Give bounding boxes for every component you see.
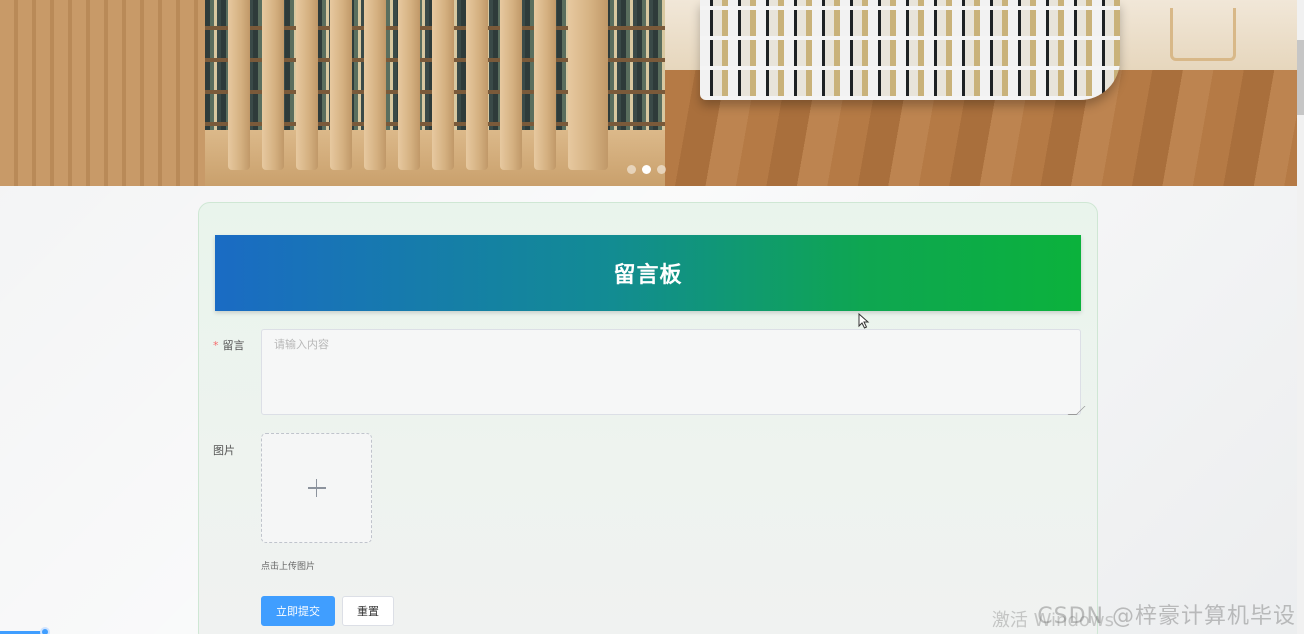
banner-carousel[interactable] [0,0,1297,186]
carousel-indicators [627,165,666,174]
banner-pillar [568,0,608,170]
message-board-panel: 留言板 *留言 图片 点击上传图片 立即提交 重置 [198,202,1098,634]
banner-pillar [398,0,420,170]
message-label-text: 留言 [222,339,245,352]
mouse-pointer-icon [858,313,870,329]
banner-pillar [466,0,488,170]
image-uploader[interactable] [261,433,372,543]
carousel-dot-1[interactable] [627,165,636,174]
banner-pillar [500,0,522,170]
banner-pillar [364,0,386,170]
required-mark: * [213,339,219,352]
carousel-dot-3[interactable] [657,165,666,174]
scrollbar-thumb[interactable] [1297,40,1304,115]
page-scrollbar[interactable] [1297,0,1304,634]
banner-pillar [432,0,454,170]
carousel-dot-2[interactable] [642,165,651,174]
csdn-watermark: CSDN @梓豪计算机毕设 [1037,604,1296,629]
banner-chair [1170,8,1236,61]
page: 留言板 *留言 图片 点击上传图片 立即提交 重置 激活 Windows CSD… [0,0,1304,634]
message-board-header: 留言板 [215,235,1081,311]
image-label: 图片 [213,444,235,457]
banner-pillar [228,0,250,170]
banner-pillar [262,0,284,170]
reset-button[interactable]: 重置 [342,596,394,626]
upload-tip: 点击上传图片 [261,562,316,572]
submit-button[interactable]: 立即提交 [261,596,335,626]
banner-pillar [330,0,352,170]
page-title: 留言板 [613,263,683,288]
banner-pillar [534,0,556,170]
banner-wall [0,0,205,186]
banner-bookcase [700,0,1120,100]
plus-icon [307,479,326,497]
bottom-progress-knob[interactable] [40,627,50,634]
message-textarea[interactable] [261,329,1081,415]
message-label: * 留言 [213,337,245,353]
banner-pillar [296,0,318,170]
